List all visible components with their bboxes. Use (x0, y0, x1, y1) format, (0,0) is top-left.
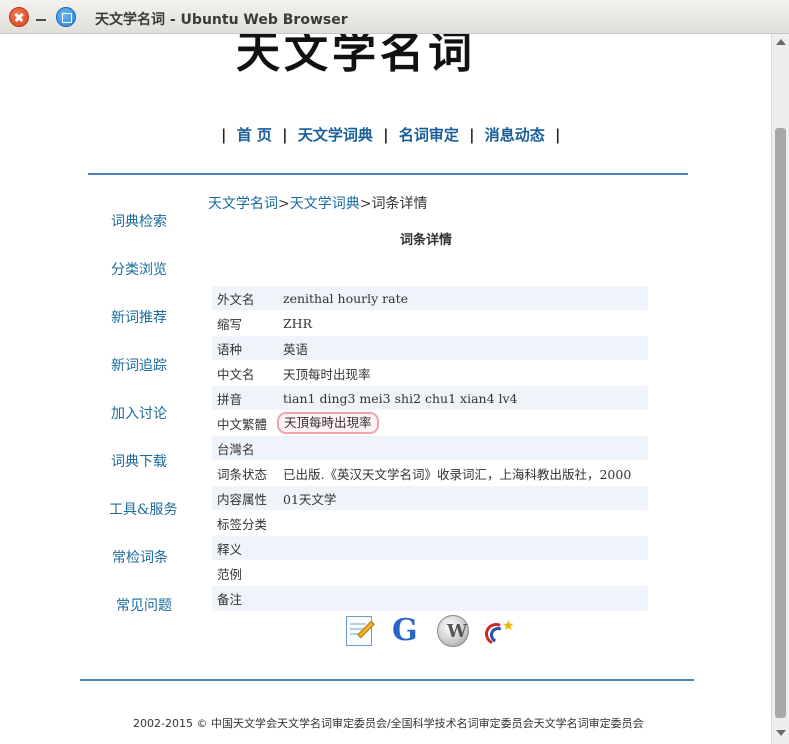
field-value: zenithal hourly rate (278, 285, 648, 311)
field-label: 词条状态 (212, 460, 278, 486)
maximize-window-button[interactable] (56, 7, 76, 27)
close-window-button[interactable] (9, 7, 29, 27)
table-row: 标签分类 (212, 510, 648, 536)
minimize-window-button[interactable] (33, 9, 49, 25)
breadcrumb: 天文学名词>天文学词典>词条详情 (208, 193, 427, 213)
field-label: 范例 (212, 560, 278, 586)
breadcrumb-home-link[interactable]: 天文学名词 (208, 196, 278, 212)
table-row: 语种 英语 (212, 335, 648, 361)
nav-home-link[interactable]: 首 页 (237, 126, 272, 144)
header-divider (88, 173, 688, 175)
star-icon: ★ (502, 618, 515, 634)
table-row: 中文繁體 天頂每時出現率 (212, 410, 648, 436)
field-label: 释义 (212, 535, 278, 561)
nav-separator: | (555, 126, 561, 144)
breadcrumb-separator: > (278, 196, 290, 212)
google-icon[interactable]: G (392, 615, 424, 647)
nav-term-review-link[interactable]: 名词审定 (399, 126, 459, 144)
field-value (278, 435, 648, 461)
nav-dictionary-link[interactable]: 天文学词典 (298, 126, 373, 144)
table-row: 中文名 天顶每时出现率 (212, 360, 648, 386)
field-value (278, 510, 648, 536)
table-row: 释义 (212, 535, 648, 561)
field-label: 语种 (212, 335, 278, 361)
wikipedia-icon[interactable]: W (437, 615, 469, 647)
field-label: 外文名 (212, 285, 278, 311)
nav-separator: | (282, 126, 288, 144)
sidebar-item-dictionary-download[interactable]: 词典下载 (111, 451, 167, 471)
highlighted-traditional-name: 天頂每時出現率 (277, 412, 379, 434)
vertical-scrollbar[interactable] (771, 34, 789, 744)
field-value: 01天文学 (278, 485, 648, 511)
wikipedia-glyph: W (447, 621, 468, 642)
edit-icon[interactable] (344, 615, 376, 647)
field-value: 已出版.《英汉天文学名词》收录词汇，上海科教出版社，2000 (278, 460, 648, 486)
field-label: 备注 (212, 585, 278, 611)
field-value (278, 535, 648, 561)
sidebar-item-search[interactable]: 词典检索 (111, 211, 167, 231)
field-label: 中文名 (212, 360, 278, 386)
scroll-down-arrow-icon[interactable] (776, 730, 786, 736)
nav-separator: | (383, 126, 389, 144)
site-logo-text: 天文学名词 (236, 34, 476, 78)
breadcrumb-separator: > (359, 196, 372, 212)
partner-logo-icon[interactable]: ★ (481, 615, 515, 649)
scrollbar-thumb[interactable] (775, 128, 786, 718)
nav-separator: | (469, 126, 475, 144)
sidebar-item-new-term-tracking[interactable]: 新词追踪 (111, 355, 167, 375)
field-value: 天頂每時出現率 (277, 410, 648, 436)
field-value: tian1 ding3 mei3 shi2 chu1 xian4 lv4 (278, 385, 648, 411)
field-value: ZHR (278, 310, 648, 336)
term-detail-table: 外文名 zenithal hourly rate 缩写 ZHR 语种 英语 中文… (212, 285, 648, 611)
field-value: 英语 (278, 335, 648, 361)
window-title: 天文学名词 - Ubuntu Web Browser (95, 12, 348, 28)
field-label: 缩写 (212, 310, 278, 336)
window-titlebar: 天文学名词 - Ubuntu Web Browser (0, 0, 789, 34)
breadcrumb-current: 词条详情 (371, 196, 428, 212)
table-row: 台灣名 (212, 435, 648, 461)
site-logo[interactable]: 天文学名词 (236, 34, 530, 80)
table-row: 拼音 tian1 ding3 mei3 shi2 chu1 xian4 lv4 (212, 385, 648, 411)
table-row: 范例 (212, 560, 648, 586)
field-label: 中文繁體 (212, 410, 278, 436)
table-row: 备注 (212, 585, 648, 611)
breadcrumb-dictionary-link[interactable]: 天文学词典 (290, 196, 360, 212)
edit-page-line (350, 623, 366, 625)
field-value: 天顶每时出现率 (278, 360, 648, 386)
sidebar-item-tools-services[interactable]: 工具&服务 (109, 499, 177, 519)
footer-divider (80, 679, 694, 681)
field-value (278, 585, 648, 611)
footer-copyright: 2002-2015 © 中国天文学会天文学名词审定委员会/全国科学技术名词审定委… (133, 717, 644, 730)
table-row: 缩写 ZHR (212, 310, 648, 336)
field-label: 台灣名 (212, 435, 278, 461)
nav-separator: | (221, 126, 227, 144)
field-value (278, 560, 648, 586)
detail-title: 词条详情 (400, 233, 453, 248)
top-navigation: | 首 页 | 天文学词典 | 名词审定 | 消息动态 | (216, 124, 566, 144)
sidebar-item-common-terms[interactable]: 常检词条 (112, 547, 168, 567)
table-row: 内容属性 01天文学 (212, 485, 648, 511)
sidebar-item-new-term-recommend[interactable]: 新词推荐 (111, 307, 167, 327)
field-label: 内容属性 (212, 485, 278, 511)
sidebar-item-faq[interactable]: 常见问题 (116, 595, 172, 615)
scroll-up-arrow-icon[interactable] (776, 39, 786, 45)
nav-news-link[interactable]: 消息动态 (485, 126, 545, 144)
field-label: 标签分类 (212, 510, 278, 536)
field-label: 拼音 (212, 385, 278, 411)
table-row: 外文名 zenithal hourly rate (212, 285, 648, 311)
table-row: 词条状态 已出版.《英汉天文学名词》收录词汇，上海科教出版社，2000 (212, 460, 648, 486)
sidebar-item-join-discussion[interactable]: 加入讨论 (111, 403, 167, 423)
sidebar-item-browse-categories[interactable]: 分类浏览 (111, 259, 167, 279)
